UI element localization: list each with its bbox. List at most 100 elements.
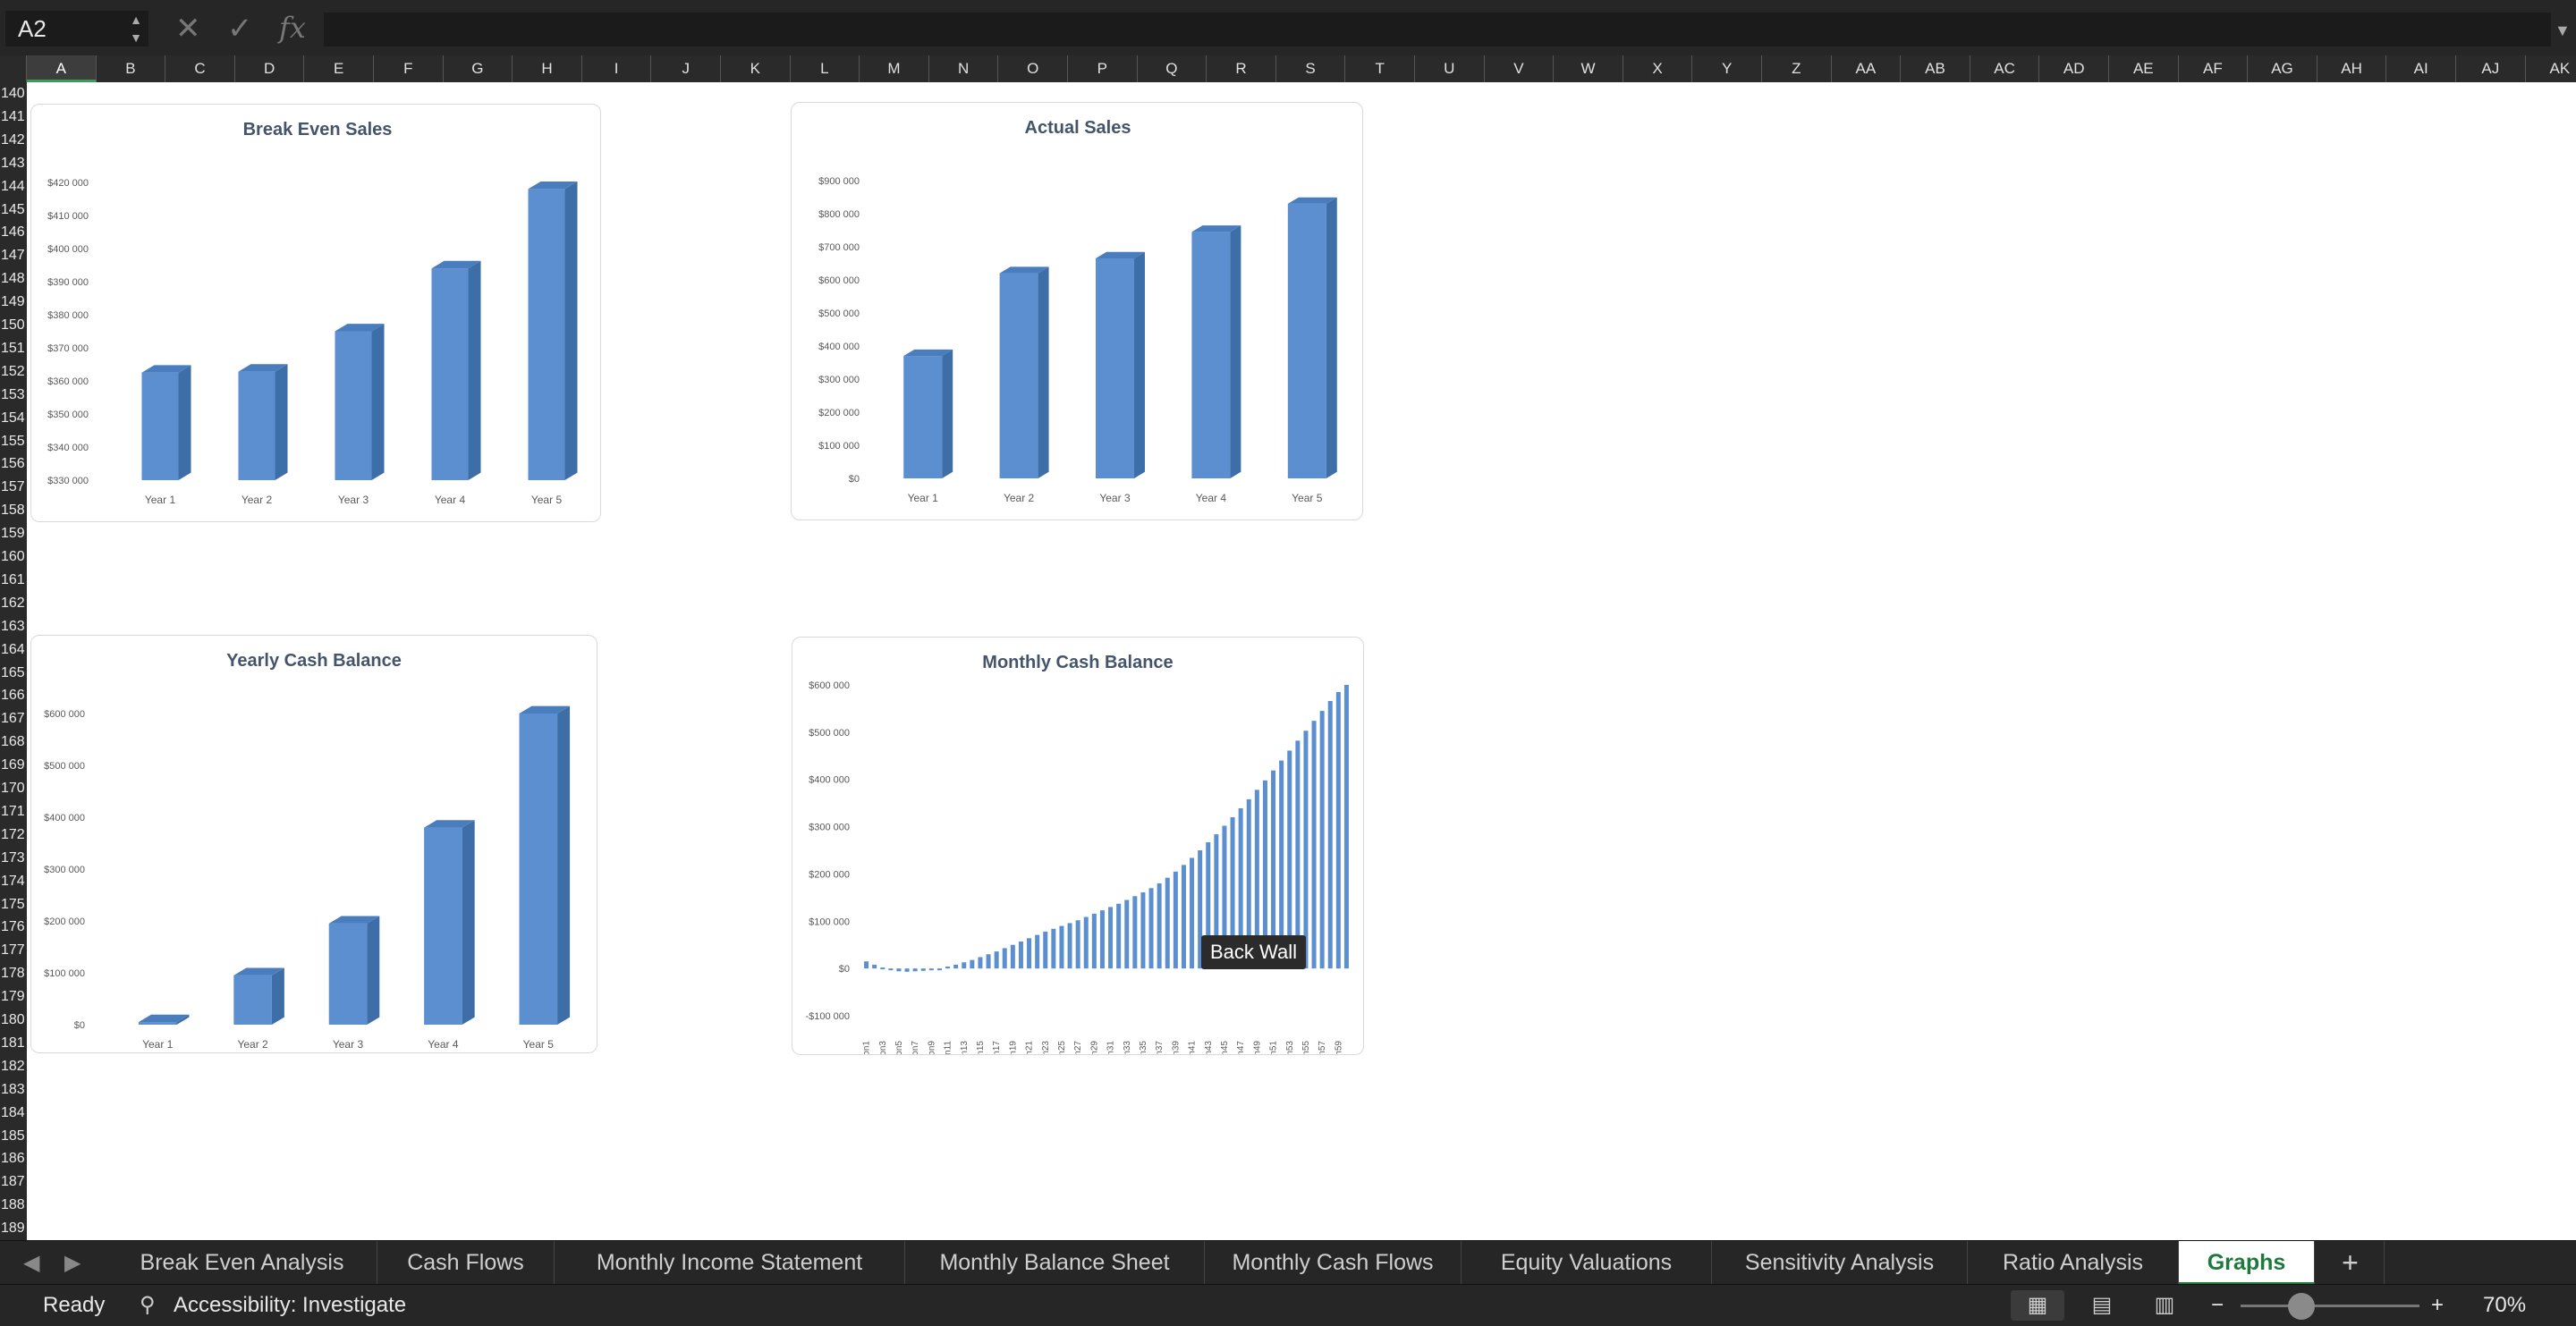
column-header-F[interactable]: F xyxy=(374,55,444,82)
column-header-L[interactable]: L xyxy=(791,55,860,82)
row-header-140[interactable]: 140 xyxy=(0,82,28,106)
row-header-180[interactable]: 180 xyxy=(0,1009,28,1032)
row-header-167[interactable]: 167 xyxy=(0,707,28,731)
row-header-142[interactable]: 142 xyxy=(0,129,28,152)
row-header-151[interactable]: 151 xyxy=(0,337,28,360)
zoom-in-button[interactable]: + xyxy=(2431,1285,2444,1326)
row-header-157[interactable]: 157 xyxy=(0,476,28,499)
row-header-177[interactable]: 177 xyxy=(0,939,28,962)
row-header-155[interactable]: 155 xyxy=(0,430,28,453)
row-header-187[interactable]: 187 xyxy=(0,1170,28,1194)
column-header-X[interactable]: X xyxy=(1623,55,1693,82)
row-header-176[interactable]: 176 xyxy=(0,916,28,939)
column-header-W[interactable]: W xyxy=(1554,55,1623,82)
column-header-AD[interactable]: AD xyxy=(2039,55,2109,82)
sheet-tab-graphs[interactable]: Graphs xyxy=(2179,1241,2315,1285)
page-break-view-icon[interactable]: ▥ xyxy=(2138,1290,2191,1321)
sheet-tab-ratio-analysis[interactable]: Ratio Analysis xyxy=(1968,1241,2179,1285)
sheet-tab-equity-valuations[interactable]: Equity Valuations xyxy=(1462,1241,1712,1285)
row-header-178[interactable]: 178 xyxy=(0,962,28,985)
sheet-tab-cash-flows[interactable]: Cash Flows xyxy=(377,1241,555,1285)
column-header-AJ[interactable]: AJ xyxy=(2456,55,2526,82)
normal-view-icon[interactable]: ▦ xyxy=(2011,1290,2064,1321)
row-header-153[interactable]: 153 xyxy=(0,384,28,407)
next-sheet-icon[interactable]: ▶ xyxy=(64,1250,80,1276)
column-header-R[interactable]: R xyxy=(1207,55,1276,82)
column-header-V[interactable]: V xyxy=(1485,55,1555,82)
column-header-Y[interactable]: Y xyxy=(1692,55,1762,82)
column-header-AI[interactable]: AI xyxy=(2386,55,2456,82)
zoom-level[interactable]: 70% xyxy=(2483,1285,2526,1326)
column-header-U[interactable]: U xyxy=(1415,55,1485,82)
column-header-A[interactable]: A xyxy=(27,55,97,82)
row-header-174[interactable]: 174 xyxy=(0,870,28,893)
cancel-icon[interactable]: ✕ xyxy=(175,11,201,46)
row-header-150[interactable]: 150 xyxy=(0,314,28,337)
fx-icon[interactable]: fx xyxy=(279,11,306,45)
sheet-tab-break-even-analysis[interactable]: Break Even Analysis xyxy=(107,1241,377,1285)
zoom-slider-knob[interactable] xyxy=(2288,1293,2315,1320)
row-header-173[interactable]: 173 xyxy=(0,847,28,870)
row-header-182[interactable]: 182 xyxy=(0,1055,28,1078)
zoom-slider[interactable] xyxy=(2241,1305,2419,1307)
row-header-161[interactable]: 161 xyxy=(0,569,28,592)
row-header-188[interactable]: 188 xyxy=(0,1194,28,1217)
chart-break-even-sales[interactable]: Break Even Sales $330 000 $340 000 $350 000… xyxy=(30,104,601,522)
column-header-S[interactable]: S xyxy=(1276,55,1346,82)
zoom-out-button[interactable]: − xyxy=(2211,1285,2224,1326)
column-header-O[interactable]: O xyxy=(998,55,1068,82)
row-header-158[interactable]: 158 xyxy=(0,499,28,522)
row-header-186[interactable]: 186 xyxy=(0,1147,28,1170)
row-header-181[interactable]: 181 xyxy=(0,1032,28,1055)
row-header-156[interactable]: 156 xyxy=(0,452,28,476)
page-layout-view-icon[interactable]: ▤ xyxy=(2075,1290,2129,1321)
column-header-AK[interactable]: AK xyxy=(2526,55,2576,82)
column-header-E[interactable]: E xyxy=(304,55,374,82)
row-header-144[interactable]: 144 xyxy=(0,175,28,198)
column-header-G[interactable]: G xyxy=(444,55,513,82)
column-header-D[interactable]: D xyxy=(235,55,305,82)
chart-yearly-cash-balance[interactable]: Yearly Cash Balance $0 $100 000 $200 000 $30… xyxy=(30,635,597,1053)
column-header-Z[interactable]: Z xyxy=(1762,55,1832,82)
row-header-148[interactable]: 148 xyxy=(0,267,28,291)
accessibility-status[interactable]: Accessibility: Investigate xyxy=(174,1285,406,1326)
row-header-179[interactable]: 179 xyxy=(0,985,28,1009)
row-header-169[interactable]: 169 xyxy=(0,754,28,777)
row-header-165[interactable]: 165 xyxy=(0,662,28,685)
row-header-170[interactable]: 170 xyxy=(0,777,28,800)
column-header-AG[interactable]: AG xyxy=(2248,55,2318,82)
formula-input[interactable] xyxy=(324,13,2551,46)
column-header-Q[interactable]: Q xyxy=(1138,55,1208,82)
column-header-H[interactable]: H xyxy=(513,55,582,82)
chart-actual-sales[interactable]: Actual Sales $0 $100 000 $200 000 $300 000 $4… xyxy=(791,102,1363,520)
row-header-166[interactable]: 166 xyxy=(0,684,28,707)
column-header-AE[interactable]: AE xyxy=(2109,55,2179,82)
row-header-172[interactable]: 172 xyxy=(0,823,28,847)
row-header-145[interactable]: 145 xyxy=(0,198,28,222)
column-header-AA[interactable]: AA xyxy=(1832,55,1902,82)
chart-monthly-cash-balance[interactable]: Monthly Cash Balance -$100 000 $0 $100 000 $… xyxy=(792,637,1364,1055)
row-header-162[interactable]: 162 xyxy=(0,592,28,615)
column-header-J[interactable]: J xyxy=(651,55,721,82)
column-header-C[interactable]: C xyxy=(165,55,235,82)
column-header-M[interactable]: M xyxy=(860,55,929,82)
expand-formula-icon[interactable]: ▼ xyxy=(2555,21,2571,40)
row-header-189[interactable]: 189 xyxy=(0,1217,28,1240)
row-header-171[interactable]: 171 xyxy=(0,800,28,823)
row-header-149[interactable]: 149 xyxy=(0,291,28,314)
row-header-175[interactable]: 175 xyxy=(0,893,28,916)
sheet-grid[interactable]: Break Even Sales $330 000 $340 000 $350 000… xyxy=(27,82,2576,1240)
row-header-160[interactable]: 160 xyxy=(0,545,28,569)
column-header-AB[interactable]: AB xyxy=(1901,55,1970,82)
sheet-tab-monthly-income-statement[interactable]: Monthly Income Statement xyxy=(555,1241,905,1285)
prev-sheet-icon[interactable]: ◀ xyxy=(23,1250,39,1276)
column-header-AH[interactable]: AH xyxy=(2318,55,2387,82)
add-sheet-button[interactable]: + xyxy=(2317,1241,2385,1285)
column-header-P[interactable]: P xyxy=(1068,55,1138,82)
row-header-146[interactable]: 146 xyxy=(0,221,28,244)
column-header-AF[interactable]: AF xyxy=(2179,55,2249,82)
name-box-stepper[interactable]: ▲ ▼ xyxy=(125,11,147,46)
sheet-tab-sensitivity-analysis[interactable]: Sensitivity Analysis xyxy=(1712,1241,1968,1285)
row-header-147[interactable]: 147 xyxy=(0,244,28,267)
row-header-152[interactable]: 152 xyxy=(0,360,28,384)
